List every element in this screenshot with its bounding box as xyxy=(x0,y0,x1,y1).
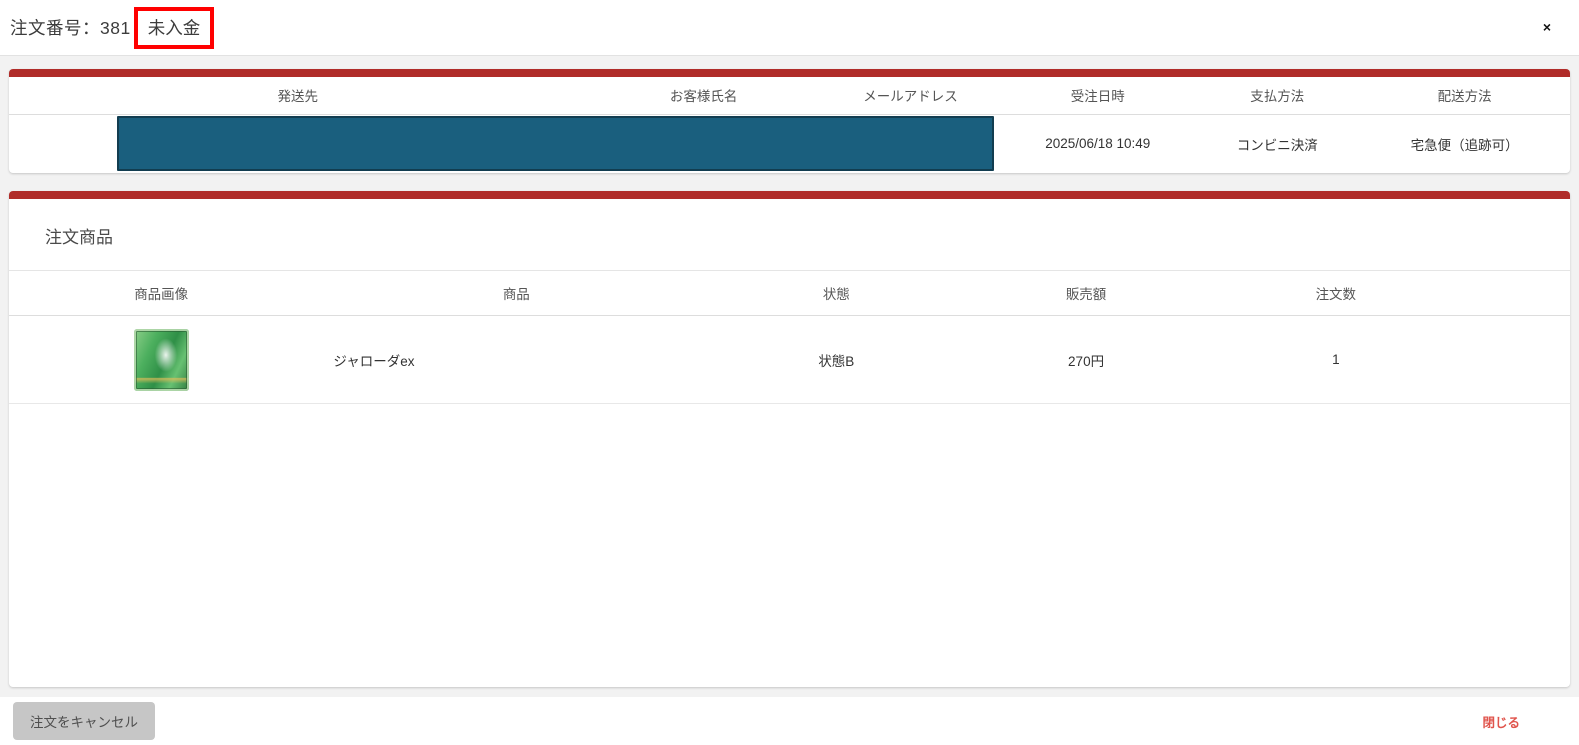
order-number-title: 注文番号：381 xyxy=(10,18,131,38)
redacted-customer-cell xyxy=(9,113,1001,173)
order-info-header-row: 発送先 お客様氏名 メールアドレス 受注日時 支払方法 配送方法 xyxy=(9,77,1570,114)
order-items-table: 商品画像 商品 状態 販売額 注文数 ジャローダex 状態B 270円 1 xyxy=(9,270,1570,404)
header-shipping-address: 発送先 xyxy=(277,89,319,105)
header-price: 販売額 xyxy=(953,270,1219,316)
payment-method-value: コンビニ決済 xyxy=(1195,113,1360,173)
product-name: ジャローダex xyxy=(313,315,720,404)
product-condition: 状態B xyxy=(719,315,954,404)
product-quantity: 1 xyxy=(1218,315,1453,404)
order-items-card: 注文商品 商品画像 商品 状態 販売額 注文数 ジャローダex 状態B 270円… xyxy=(9,191,1570,687)
close-x-icon[interactable]: × xyxy=(1543,20,1551,34)
header-product: 商品 xyxy=(313,270,720,316)
header-email: メールアドレス xyxy=(863,89,958,105)
row-spacer xyxy=(1452,315,1570,404)
modal-footer: 注文をキャンセル 閉じる xyxy=(0,697,1579,745)
header-customer-name: お客様氏名 xyxy=(669,89,738,105)
order-items-header-row: 商品画像 商品 状態 販売額 注文数 xyxy=(9,270,1570,316)
order-info-data-row: 2025/06/18 10:49 コンビニ決済 宅急便（追跡可） xyxy=(9,113,1570,173)
modal-header: 注文番号：381 未入金 × xyxy=(0,0,1579,56)
modal-body: 発送先 お客様氏名 メールアドレス 受注日時 支払方法 配送方法 2025/06… xyxy=(0,56,1579,697)
header-order-datetime: 受注日時 xyxy=(1070,89,1125,105)
product-price: 270円 xyxy=(953,315,1219,404)
order-info-card: 発送先 お客様氏名 メールアドレス 受注日時 支払方法 配送方法 2025/06… xyxy=(9,69,1570,173)
header-spacer xyxy=(1452,270,1570,316)
order-info-table: 発送先 お客様氏名 メールアドレス 受注日時 支払方法 配送方法 2025/06… xyxy=(9,77,1570,173)
order-detail-modal: 注文番号：381 未入金 × 発送先 お客様氏名 メールアドレス 受注日時 支払… xyxy=(0,0,1579,745)
header-payment-method: 支払方法 xyxy=(1250,89,1305,105)
header-condition: 状態 xyxy=(719,270,954,316)
cancel-order-button[interactable]: 注文をキャンセル xyxy=(13,702,155,740)
order-items-accent-bar xyxy=(9,191,1570,199)
redacted-customer-info xyxy=(117,116,995,172)
header-shipping-method: 配送方法 xyxy=(1437,89,1492,105)
shipping-method-value: 宅急便（追跡可） xyxy=(1359,113,1570,173)
product-image-cell xyxy=(9,315,314,404)
order-items-section-title: 注文商品 xyxy=(45,228,113,247)
header-product-image: 商品画像 xyxy=(9,270,314,316)
payment-status-badge: 未入金 xyxy=(133,6,215,49)
order-datetime-value: 2025/06/18 10:49 xyxy=(1000,113,1196,173)
order-item-row: ジャローダex 状態B 270円 1 xyxy=(9,315,1570,404)
header-quantity: 注文数 xyxy=(1218,270,1453,316)
product-card-image xyxy=(133,328,189,391)
order-info-accent-bar xyxy=(9,69,1570,77)
close-modal-link[interactable]: 閉じる xyxy=(1482,712,1520,731)
